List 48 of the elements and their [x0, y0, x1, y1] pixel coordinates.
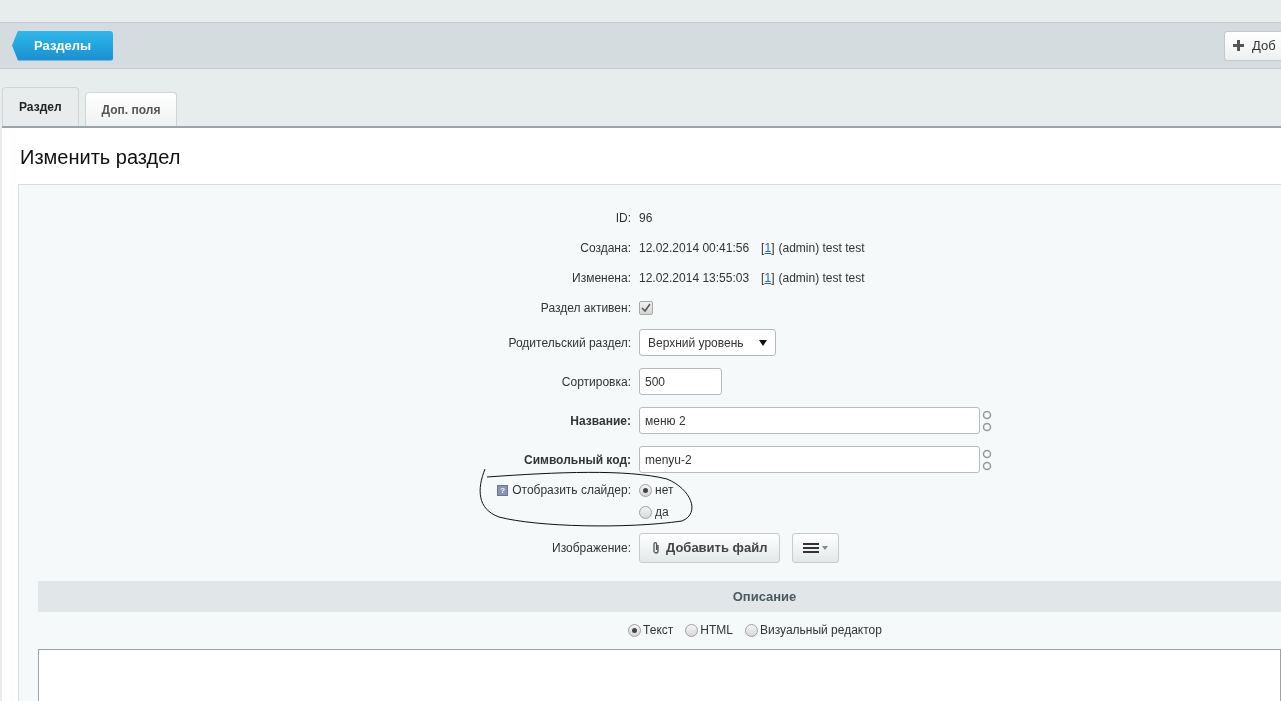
field-label: Название: — [570, 412, 631, 430]
radio-button[interactable] — [744, 624, 758, 637]
dropdown-arrow-icon — [759, 339, 767, 346]
radio-label: HTML — [700, 622, 733, 640]
paperclip-icon — [652, 541, 660, 555]
user-name: (admin) test test — [778, 240, 865, 257]
link-icon[interactable] — [982, 409, 992, 432]
field-label: Изображение: — [552, 540, 631, 557]
parent-select[interactable]: Верхний уровень — [639, 329, 776, 356]
page-title: Изменить раздел — [20, 145, 182, 170]
radio-label: Визуальный редактор — [759, 622, 882, 640]
field-label: Символьный код: — [524, 451, 631, 469]
plus-icon — [1233, 40, 1244, 51]
sort-input[interactable]: 500 — [639, 368, 722, 395]
user-name: (admin) test test — [778, 270, 865, 287]
field-label: Создана: — [580, 240, 631, 257]
bracket-text: ] — [771, 240, 775, 257]
field-label: Родительский раздел: — [508, 334, 631, 352]
field-label: Отобразить слайдер: — [512, 482, 631, 499]
radio-button[interactable] — [628, 624, 642, 637]
field-label: Сортировка: — [561, 373, 631, 391]
section-header: Описание — [38, 581, 1281, 612]
bracket-text: [ — [761, 240, 765, 257]
tab[interactable]: Доп. поля — [84, 92, 178, 126]
radio-label: Текст — [643, 622, 674, 640]
checkbox[interactable] — [639, 301, 653, 315]
field-label: Раздел активен: — [540, 300, 631, 317]
date-value: 12.02.2014 13:55:03 — [639, 270, 750, 287]
menu-icon — [803, 543, 820, 553]
field-label: Изменена: — [572, 270, 631, 287]
bracket-text: [ — [761, 270, 765, 287]
radio-button[interactable] — [685, 624, 699, 637]
tab[interactable]: Раздел — [2, 87, 79, 126]
radio-label: нет — [655, 482, 674, 499]
add-button[interactable]: Доб — [1224, 30, 1281, 61]
radio-button[interactable] — [639, 505, 652, 519]
radio-label: да — [655, 504, 669, 521]
name-input[interactable]: меню 2 — [639, 407, 980, 434]
radio-button[interactable] — [639, 483, 652, 497]
caret-icon — [822, 546, 829, 550]
field-label: ID: — [615, 210, 631, 227]
date-value: 12.02.2014 00:41:56 — [639, 240, 750, 257]
bracket-text: ] — [771, 270, 775, 287]
menu-button[interactable] — [792, 533, 840, 563]
link-icon[interactable] — [982, 448, 992, 471]
add-file-button[interactable]: Добавить файл — [639, 533, 781, 563]
id-value: 96 — [639, 210, 653, 227]
code-input[interactable]: menyu-2 — [639, 446, 980, 473]
